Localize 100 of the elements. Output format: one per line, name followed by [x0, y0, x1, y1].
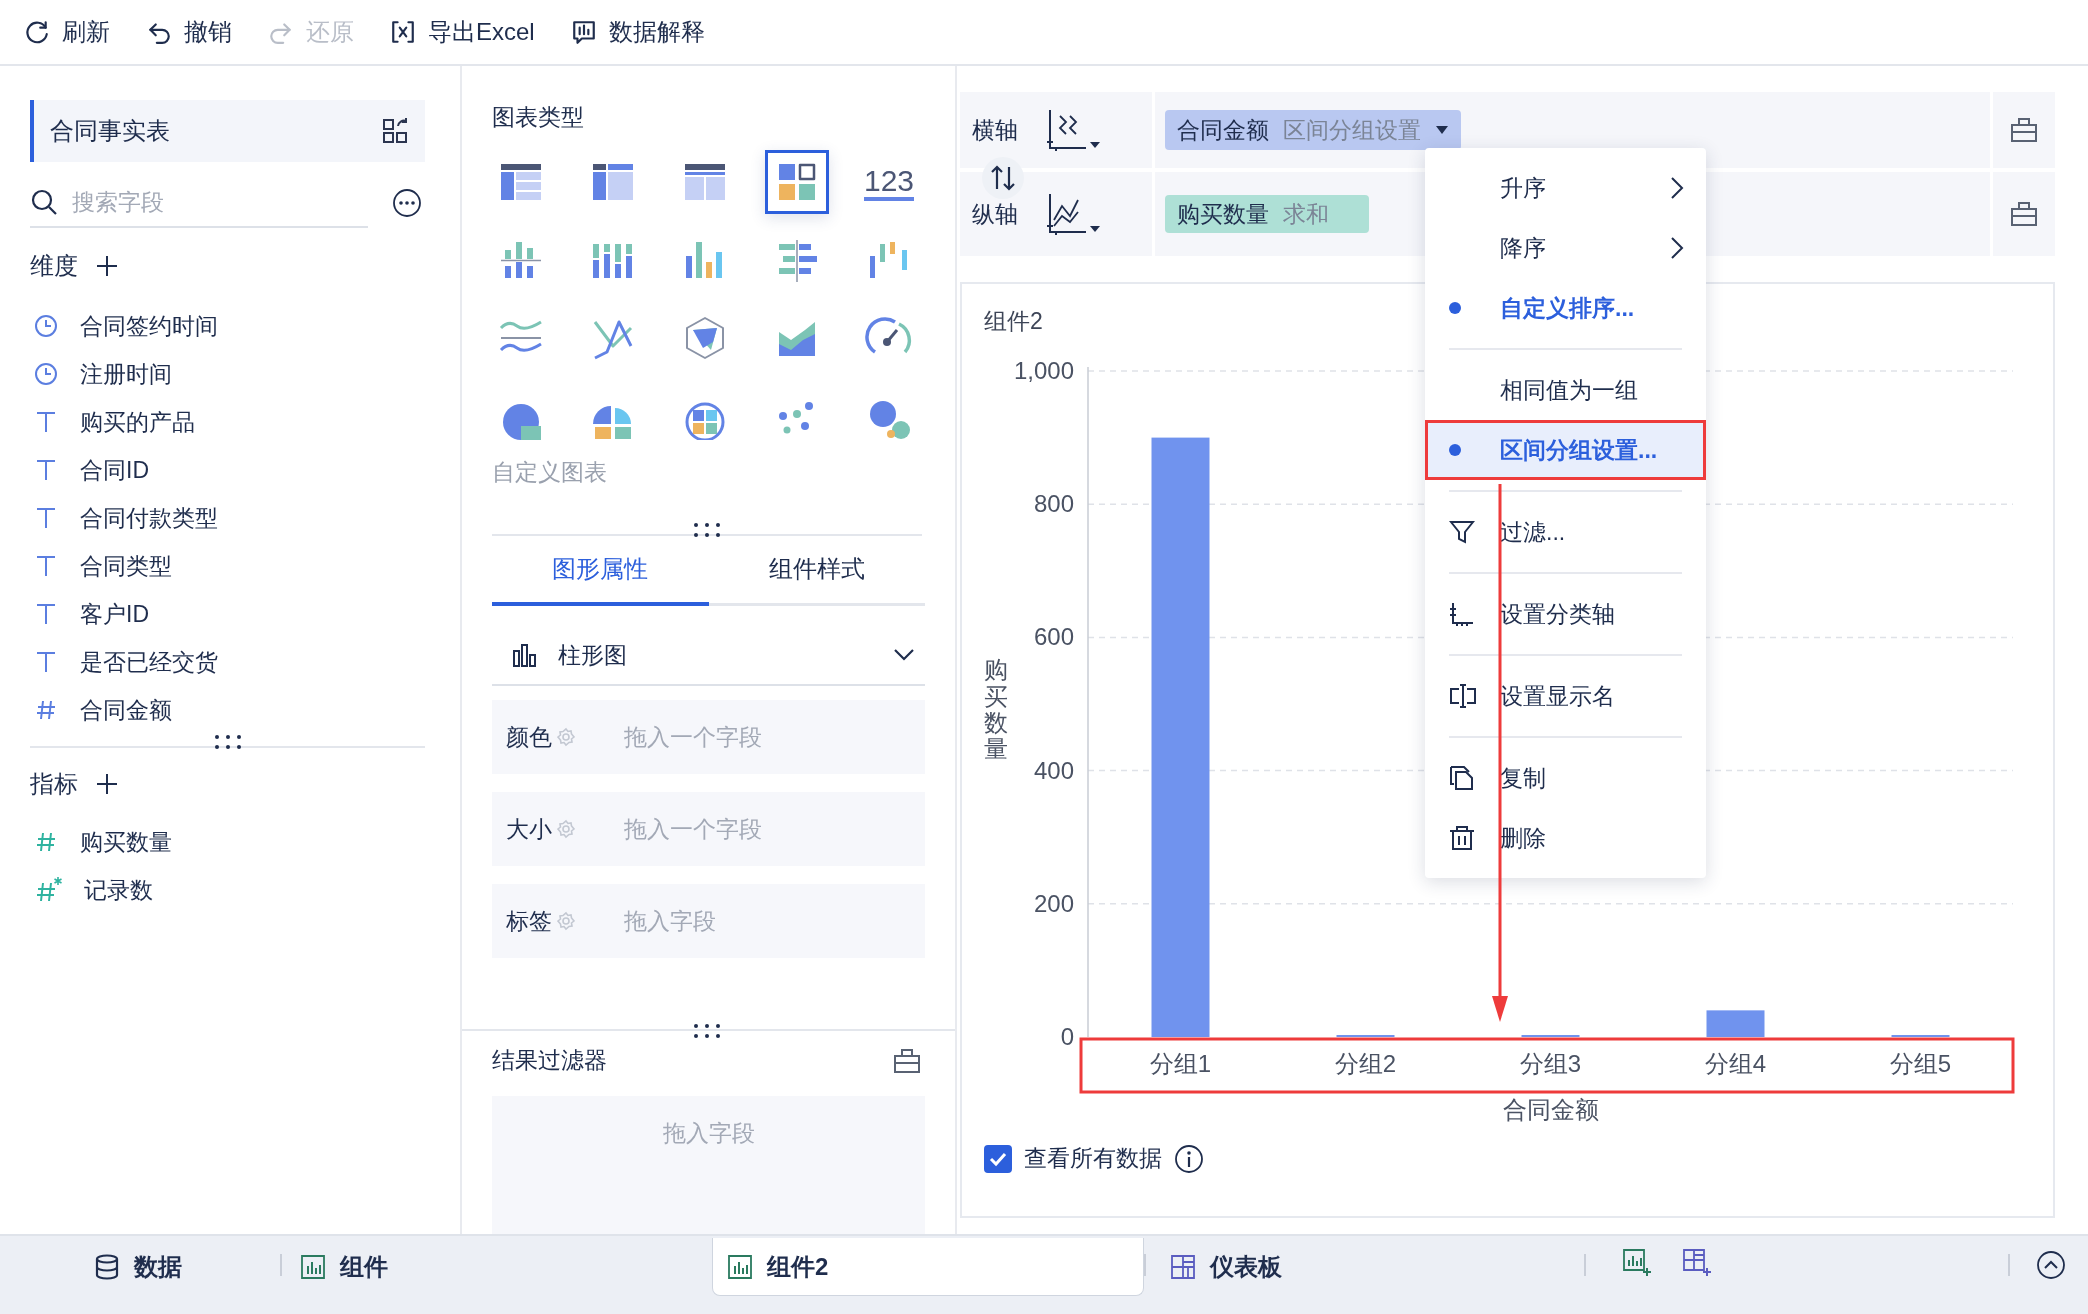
- axis-icon: [1449, 601, 1475, 627]
- field-item[interactable]: 合同签约时间: [30, 302, 460, 350]
- tab[interactable]: 组件: [294, 1238, 698, 1296]
- clock-icon: [34, 362, 58, 386]
- menu-item[interactable]: 区间分组设置...: [1425, 420, 1706, 480]
- switch-icon[interactable]: [381, 117, 409, 145]
- briefcase-icon[interactable]: [893, 1047, 921, 1074]
- hash-icon: [34, 698, 58, 722]
- drop-zone[interactable]: 标签 拖入字段: [492, 884, 925, 958]
- more-icon[interactable]: [392, 188, 422, 218]
- section-title: 指标: [30, 769, 78, 799]
- chart-icon: [300, 1254, 326, 1280]
- swap-icon[interactable]: [981, 156, 1025, 200]
- dashboard-icon: [1170, 1254, 1196, 1280]
- search-input[interactable]: 搜索字段: [70, 187, 334, 217]
- menu-item[interactable]: 降序: [1425, 218, 1706, 278]
- text-type-icon: [34, 506, 58, 530]
- chart-icon: [727, 1253, 753, 1280]
- field-item[interactable]: 注册时间: [30, 350, 460, 398]
- bar-chart-icon: [512, 643, 538, 667]
- excel-icon: [390, 19, 416, 45]
- axis-tick-label: 分组1: [1149, 1050, 1212, 1077]
- plus-icon[interactable]: [96, 773, 118, 795]
- chevron-right-icon: [1670, 236, 1684, 260]
- briefcase-icon[interactable]: [2010, 117, 2038, 143]
- menu-item[interactable]: 升序: [1425, 158, 1706, 218]
- menu-item[interactable]: 复制: [1425, 748, 1706, 808]
- toolbar-button[interactable]: 撤销: [146, 16, 232, 48]
- info-icon[interactable]: [1174, 1143, 1204, 1174]
- axis-tick-label: 分组3: [1519, 1050, 1582, 1077]
- text-cursor-icon: [1449, 683, 1477, 709]
- axis-tick-label: 200: [1033, 889, 1074, 917]
- bullet-icon: [1449, 444, 1461, 456]
- tab[interactable]: 数据: [88, 1238, 280, 1296]
- text-type-icon: [34, 458, 58, 482]
- chevron-right-icon: [1670, 176, 1684, 200]
- field-item[interactable]: 是否已经交货: [30, 638, 460, 686]
- menu-item[interactable]: 相同值为一组: [1425, 360, 1706, 420]
- field-item[interactable]: 记录数: [30, 866, 460, 914]
- chevron-down-icon: [893, 648, 915, 662]
- caret-icon: [1435, 125, 1449, 135]
- axis-tick-label: 分组4: [1704, 1050, 1767, 1077]
- menu-item[interactable]: 设置分类轴: [1425, 584, 1706, 644]
- add-dashboard-icon[interactable]: [1682, 1248, 1712, 1278]
- drag-handle[interactable]: [692, 522, 722, 538]
- checkbox[interactable]: [984, 1144, 1012, 1173]
- widget-title: 组件2: [984, 307, 1043, 336]
- menu-item[interactable]: 设置显示名: [1425, 666, 1706, 726]
- chart-type-button[interactable]: 123: [857, 150, 921, 214]
- briefcase-icon[interactable]: [2010, 201, 2038, 227]
- text-type-icon: [34, 554, 58, 578]
- axis-label: 纵轴: [972, 199, 1018, 229]
- field-item[interactable]: 合同付款类型: [30, 494, 460, 542]
- text-type-icon: [34, 650, 58, 674]
- axis-label: 横轴: [972, 115, 1018, 145]
- axis-tick-label: 600: [1033, 623, 1074, 651]
- toolbar-button[interactable]: 刷新: [24, 16, 110, 48]
- toolbar-button[interactable]: 导出Excel: [390, 16, 535, 48]
- field-pill[interactable]: 购买数量 求和: [1165, 195, 1369, 233]
- field-item[interactable]: 购买的产品: [30, 398, 460, 446]
- field-item[interactable]: 合同金额: [30, 686, 460, 734]
- database-icon: [94, 1254, 120, 1280]
- menu-item[interactable]: 自定义排序...: [1425, 278, 1706, 338]
- dataset-header[interactable]: 合同事实表: [30, 100, 425, 162]
- tab[interactable]: 组件样式: [708, 536, 925, 606]
- field-item[interactable]: 合同类型: [30, 542, 460, 590]
- drag-handle[interactable]: [212, 734, 243, 750]
- axis-tick-label: 分组5: [1889, 1050, 1952, 1077]
- chart-type-dropdown[interactable]: 柱形图: [492, 626, 925, 686]
- menu-item[interactable]: 删除: [1425, 808, 1706, 868]
- axis-tick-label: 800: [1033, 490, 1074, 518]
- menu-item[interactable]: 过滤...: [1425, 502, 1706, 562]
- toolbar-button[interactable]: 数据解释: [570, 16, 705, 48]
- bullet-icon: [1449, 302, 1461, 314]
- drop-zone[interactable]: 大小 拖入一个字段: [492, 792, 925, 866]
- hash-star-icon: [34, 876, 62, 904]
- field-item[interactable]: 合同ID: [30, 446, 460, 494]
- tab[interactable]: 图形属性: [492, 536, 709, 606]
- search-icon: [30, 188, 58, 216]
- panel-title: 结果过滤器: [492, 1046, 607, 1075]
- collapse-icon[interactable]: [2036, 1250, 2066, 1280]
- hash-icon: [34, 830, 58, 854]
- drag-handle[interactable]: [692, 1023, 722, 1039]
- tab[interactable]: 组件2: [712, 1238, 1144, 1296]
- field-item[interactable]: 购买数量: [30, 818, 460, 866]
- drop-zone[interactable]: 颜色 拖入一个字段: [492, 700, 925, 774]
- chart-type-button[interactable]: [765, 150, 829, 214]
- text-type-icon: [34, 410, 58, 434]
- tab[interactable]: 仪表板: [1162, 1238, 1566, 1296]
- trash-icon: [1449, 825, 1475, 851]
- field-pill[interactable]: 合同金额 区间分组设置: [1165, 110, 1461, 150]
- clock-icon: [34, 314, 58, 338]
- axis-tick-label: 0: [1060, 1023, 1074, 1050]
- field-item[interactable]: 客户ID: [30, 590, 460, 638]
- section-title: 维度: [30, 251, 78, 281]
- chart-bubble-icon: [570, 19, 597, 45]
- axis-tick-label: 分组2: [1334, 1050, 1397, 1077]
- axis-title: 合同金额: [1502, 1096, 1599, 1123]
- plus-icon[interactable]: [96, 255, 118, 277]
- add-chart-icon[interactable]: [1622, 1248, 1652, 1278]
